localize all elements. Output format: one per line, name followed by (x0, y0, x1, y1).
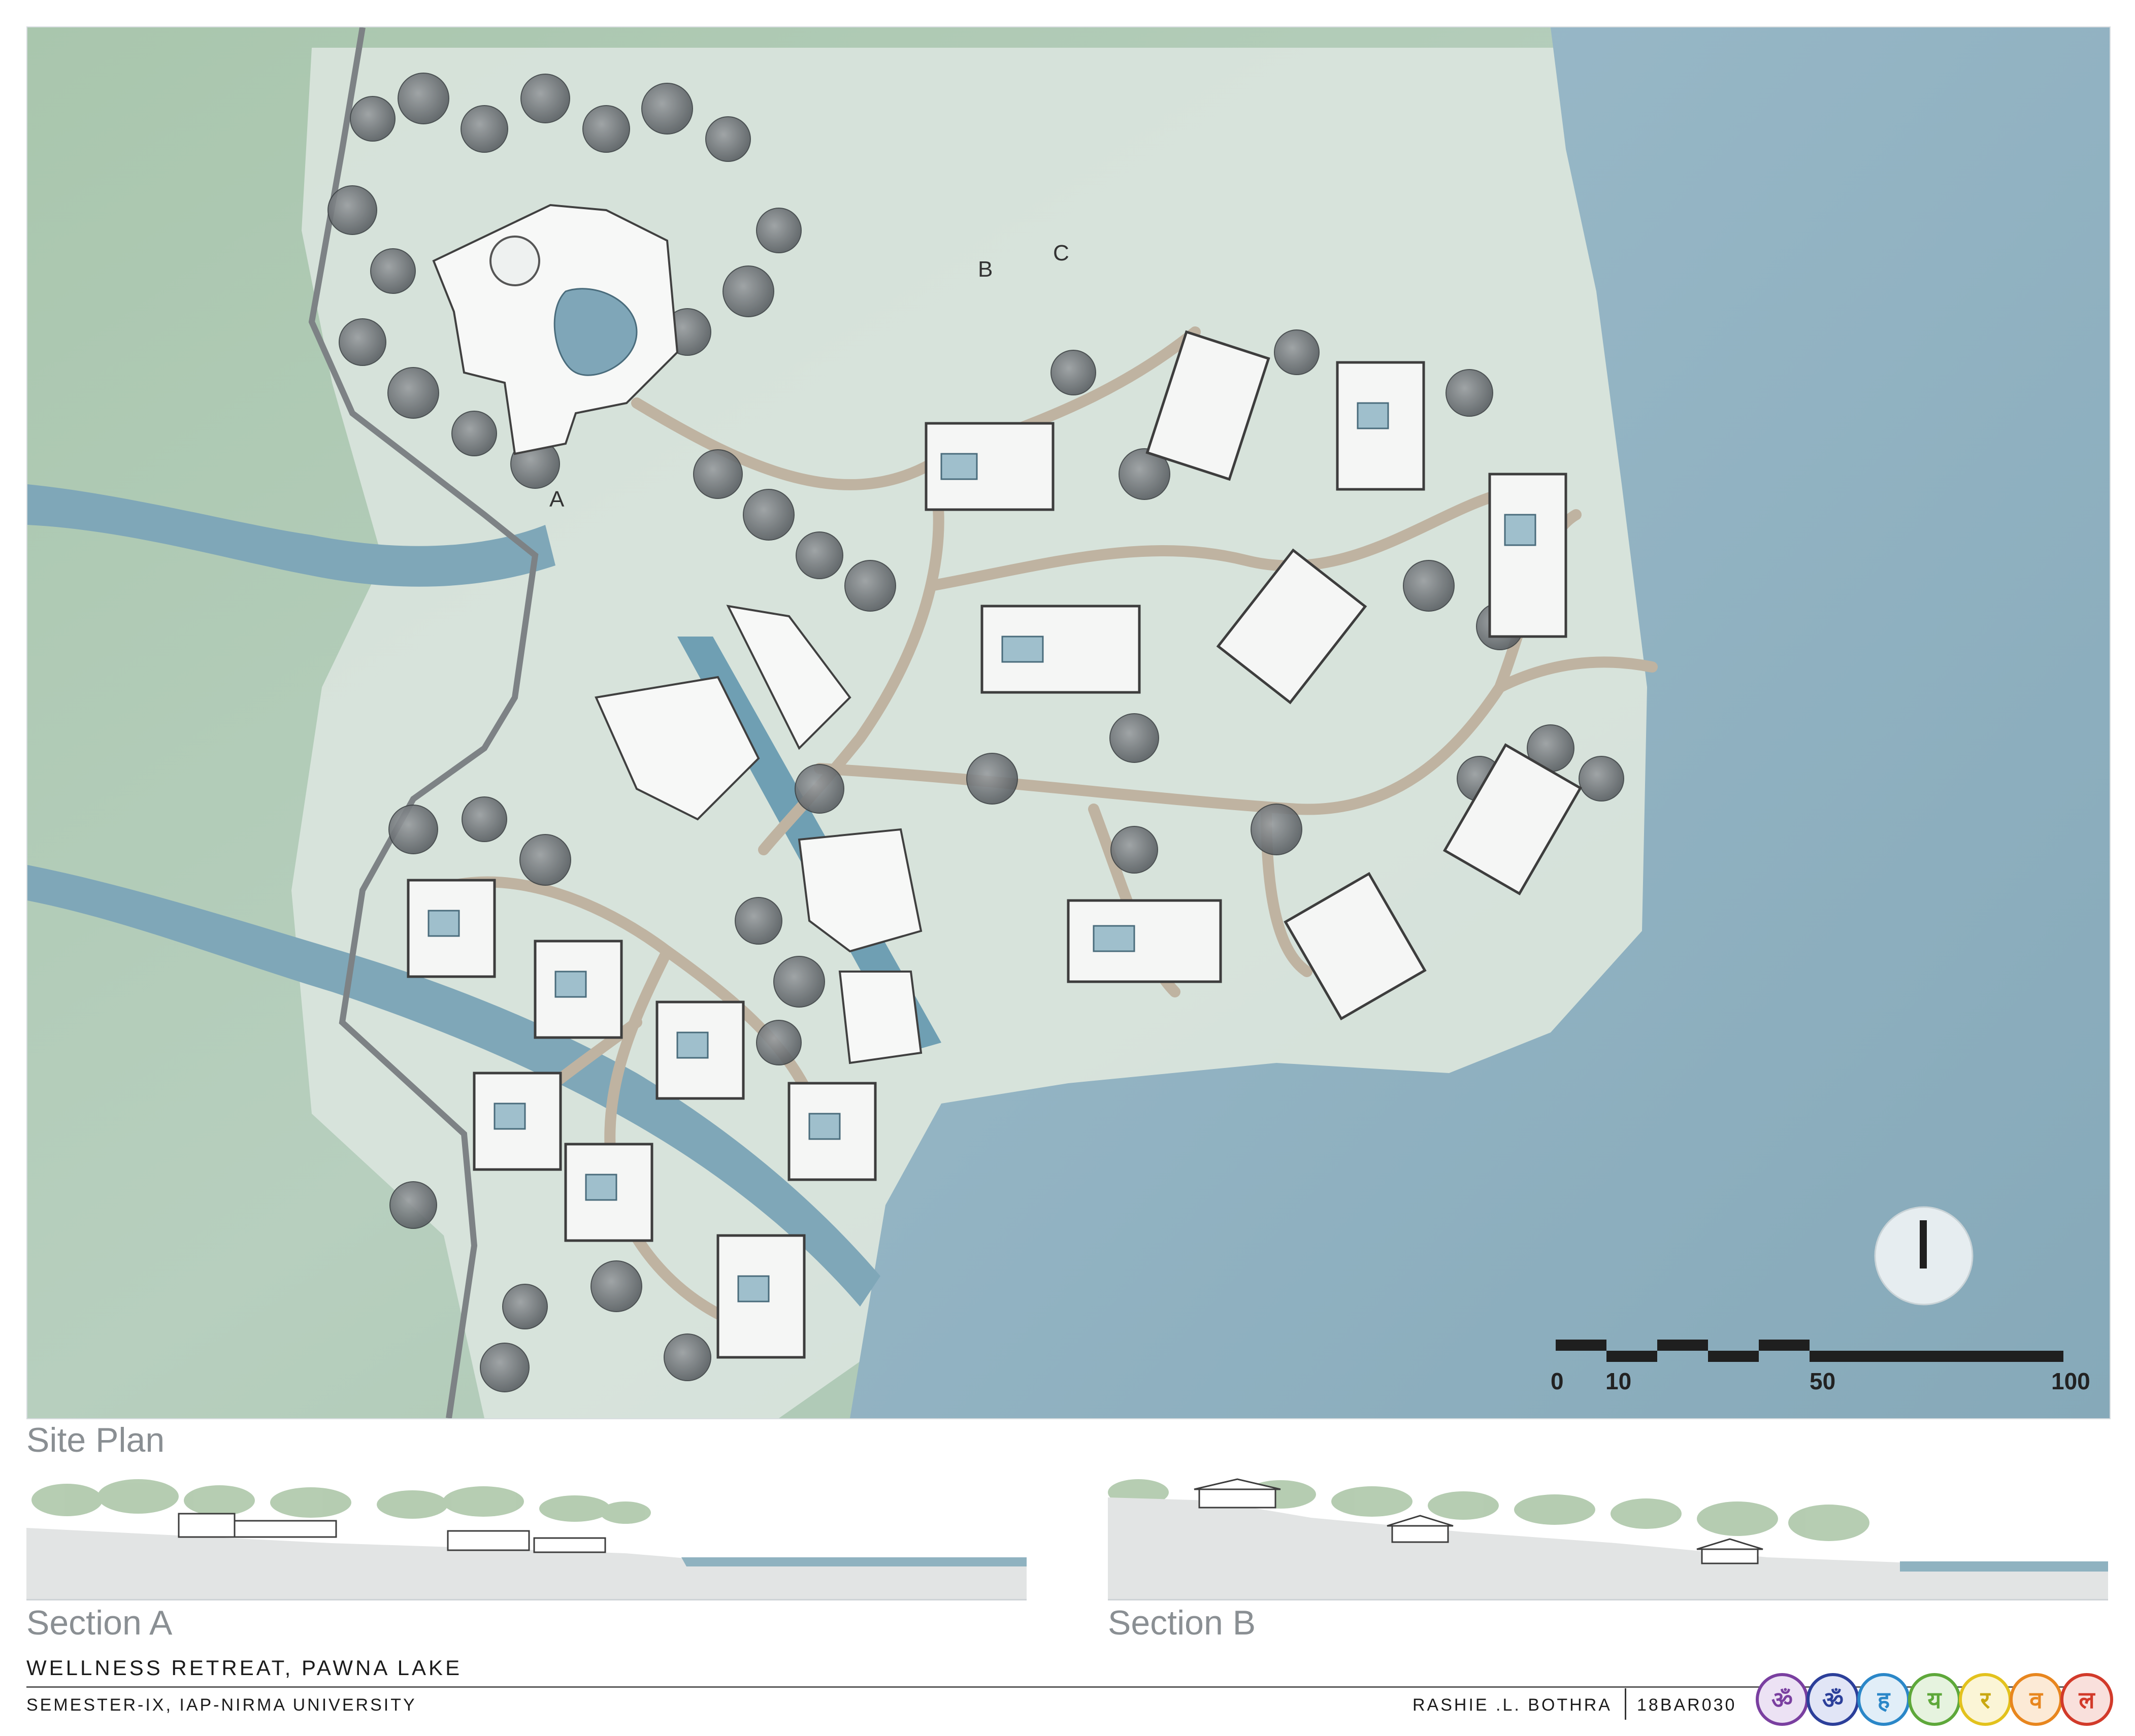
section-b-water (1900, 1561, 2108, 1572)
author-name: RASHIE .L. BOTHRA (1413, 1695, 1612, 1715)
site-plan-svg (27, 27, 2110, 1418)
section-a-title: Section A (26, 1604, 173, 1642)
section-marker-c: C (1053, 241, 1069, 265)
north-arrow-icon (1874, 1206, 1974, 1306)
section-b-svg (1108, 1472, 2108, 1599)
section-a-water (681, 1557, 1027, 1566)
section-marker-a: A (549, 487, 565, 512)
scale-label-50: 50 (1810, 1368, 1836, 1394)
section-b-drawing (1108, 1472, 2108, 1600)
site-plan-drawing: A B C 0 10 50 100 (26, 26, 2111, 1419)
site-plan-title: Site Plan (26, 1421, 165, 1459)
scale-label-0: 0 (1551, 1368, 1564, 1394)
project-title: WELLNESS RETREAT, PAWNA LAKE (26, 1656, 463, 1680)
chakra-logo-row: ॐ ॐ ह य र व ल (1756, 1673, 2113, 1729)
third-eye-chakra-icon: ॐ (1806, 1673, 1859, 1726)
drawing-sheet: A B C 0 10 50 100 Site Plan Section A Se… (0, 0, 2135, 1736)
section-b-title: Section B (1108, 1604, 1256, 1642)
crown-chakra-icon: ॐ (1756, 1673, 1809, 1726)
scale-label-100: 100 (2051, 1368, 2090, 1394)
project-subtitle: SEMESTER-IX, IAP-NIRMA UNIVERSITY (26, 1695, 417, 1715)
scale-label-10: 10 (1605, 1368, 1632, 1394)
root-chakra-icon: ल (2060, 1673, 2113, 1726)
sacral-chakra-icon: व (2010, 1673, 2062, 1726)
student-id: 18BAR030 (1637, 1695, 1737, 1715)
section-marker-b: B (978, 257, 993, 282)
solar-plexus-chakra-icon: र (1959, 1673, 2012, 1726)
section-a-drawing (26, 1472, 1027, 1600)
heart-chakra-icon: य (1908, 1673, 1961, 1726)
section-a-svg (26, 1472, 1027, 1599)
throat-chakra-icon: ह (1857, 1673, 1910, 1726)
title-block-divider (1625, 1688, 1626, 1720)
